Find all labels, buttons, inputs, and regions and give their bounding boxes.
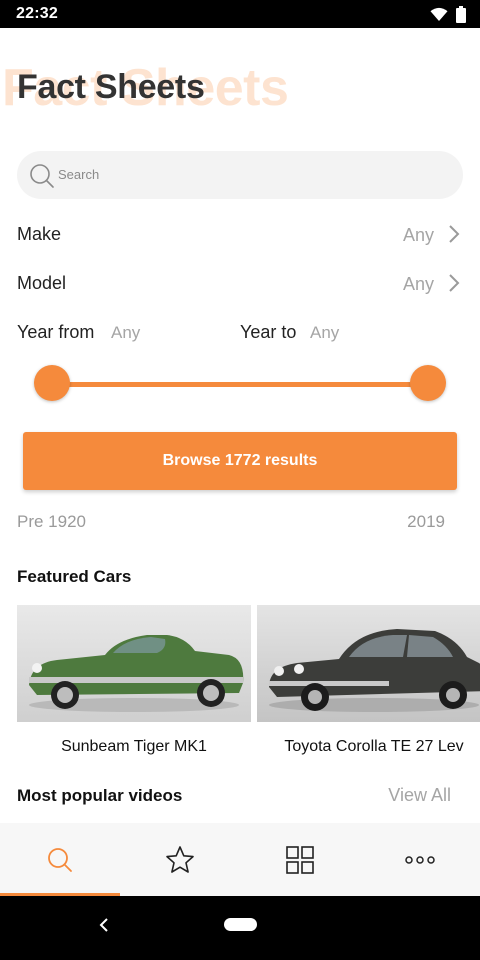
bottom-tab-bar [0, 823, 480, 896]
car-name: Sunbeam Tiger MK1 [61, 738, 207, 755]
page-header: Fact Sheets Fact Sheets [0, 50, 480, 130]
featured-cars-carousel[interactable]: Sunbeam Tiger MK1 Toyota Corolla TE 27 L… [17, 605, 480, 765]
grid-icon [286, 845, 314, 874]
slider-thumb-min[interactable] [34, 365, 70, 401]
more-icon [405, 855, 435, 864]
back-icon[interactable] [97, 916, 111, 934]
featured-car-card[interactable]: Sunbeam Tiger MK1 [17, 605, 251, 765]
slider-track [52, 382, 428, 387]
page-title: Fact Sheets [17, 68, 205, 106]
view-all-link[interactable]: View All [388, 785, 451, 806]
status-bar: 22:32 [0, 0, 480, 28]
search-icon [48, 847, 72, 872]
slider-thumb-max[interactable] [410, 365, 446, 401]
search-placeholder: Search [58, 167, 100, 182]
search-icon [30, 164, 54, 188]
star-icon [166, 845, 194, 873]
year-range-min-label: Pre 1920 [17, 512, 86, 531]
chevron-right-icon [449, 225, 460, 243]
year-from-label: Year from [17, 322, 95, 342]
make-label: Make [17, 224, 62, 244]
system-navigation-bar [0, 896, 480, 960]
year-range-max-label: 2019 [407, 512, 445, 531]
make-filter[interactable]: Make Any [0, 214, 480, 254]
tab-more[interactable] [360, 823, 480, 896]
popular-videos-title: Most popular videos [17, 786, 183, 805]
make-value: Any [402, 225, 434, 245]
car-name: Toyota Corolla TE 27 Lev [284, 738, 464, 755]
home-pill[interactable] [224, 918, 257, 931]
year-to-value[interactable]: Any [310, 323, 339, 343]
year-to-label: Year to [240, 322, 297, 342]
model-value: Any [402, 274, 434, 294]
status-time: 22:32 [16, 5, 58, 22]
tab-favourites[interactable] [120, 823, 240, 896]
search-input[interactable]: Search [17, 151, 463, 199]
year-from-value[interactable]: Any [111, 323, 140, 343]
model-filter[interactable]: Model Any [0, 263, 480, 303]
featured-car-card[interactable]: Toyota Corolla TE 27 Lev [257, 605, 480, 765]
browse-results-button[interactable]: Browse 1772 results [23, 432, 457, 490]
car-photo-sunbeam [17, 605, 251, 722]
chevron-right-icon [449, 274, 460, 292]
model-label: Model [17, 273, 67, 293]
status-icons [430, 6, 466, 23]
wifi-icon [430, 7, 448, 21]
car-photo-corolla [257, 605, 480, 722]
tab-grid[interactable] [240, 823, 360, 896]
featured-cars-title: Featured Cars [17, 567, 132, 586]
year-range-slider[interactable] [34, 365, 446, 403]
tab-search[interactable] [0, 823, 120, 896]
battery-icon [456, 6, 466, 23]
